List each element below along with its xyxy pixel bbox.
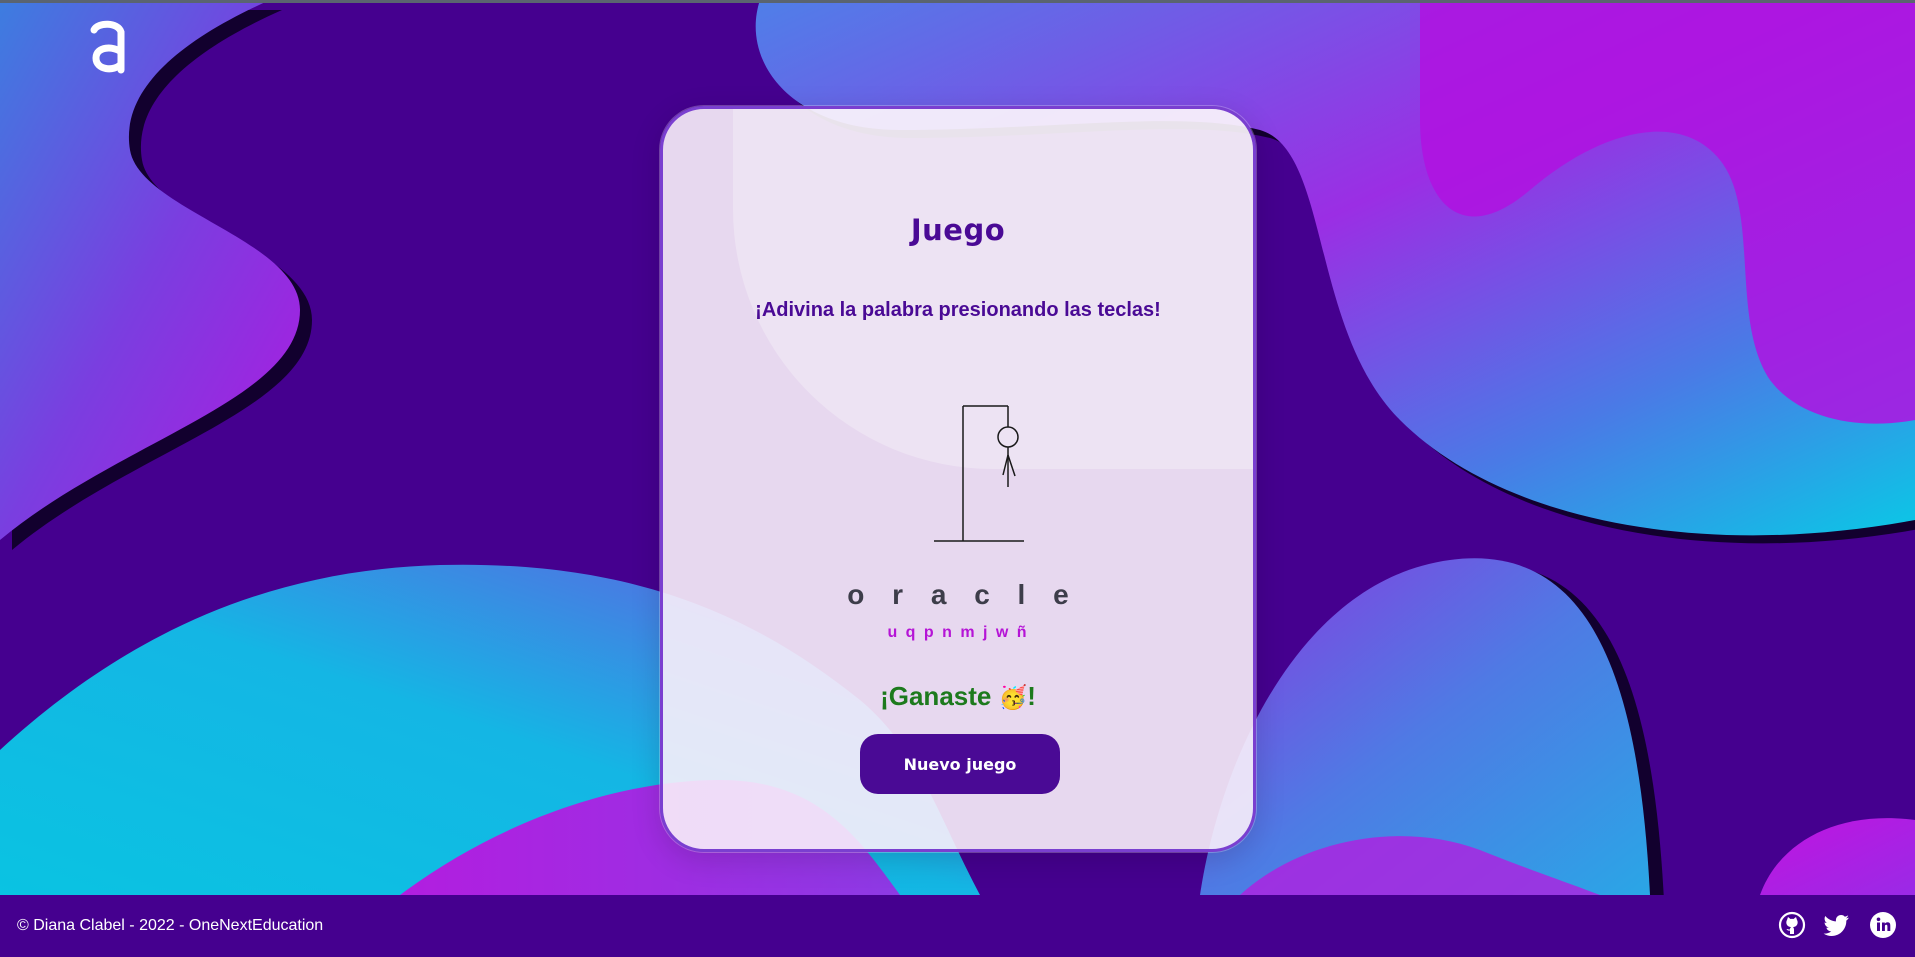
- game-instructions: ¡Adivina la palabra presionando las tecl…: [755, 299, 1161, 321]
- win-message: ¡Ganaste 🥳!: [663, 681, 1253, 712]
- alura-a-logo-icon[interactable]: [88, 20, 128, 76]
- linkedin-icon[interactable]: [1869, 911, 1897, 939]
- new-game-button[interactable]: Nuevo juego: [860, 734, 1060, 794]
- guessed-word: o r a c l e: [847, 579, 1079, 610]
- hangman-drawing: [928, 399, 1028, 554]
- wrong-letters: u q p n m j w ñ: [887, 624, 1029, 641]
- win-text: ¡Ganaste: [880, 681, 992, 711]
- footer-credit: © Diana Clabel - 2022 - OneNextEducation: [17, 917, 324, 934]
- browser-top-edge: [0, 0, 1915, 3]
- game-title: Juego: [910, 213, 1006, 247]
- party-face-icon: 🥳: [998, 684, 1028, 710]
- hangman-right-arm: [1007, 454, 1016, 477]
- github-icon[interactable]: [1778, 911, 1806, 939]
- hangman-head: [997, 426, 1019, 448]
- win-text-end: !: [1027, 681, 1036, 711]
- twitter-icon[interactable]: [1823, 911, 1851, 939]
- game-card: Juego ¡Adivina la palabra presionando la…: [660, 106, 1256, 852]
- footer: © Diana Clabel - 2022 - OneNextEducation: [0, 895, 1915, 957]
